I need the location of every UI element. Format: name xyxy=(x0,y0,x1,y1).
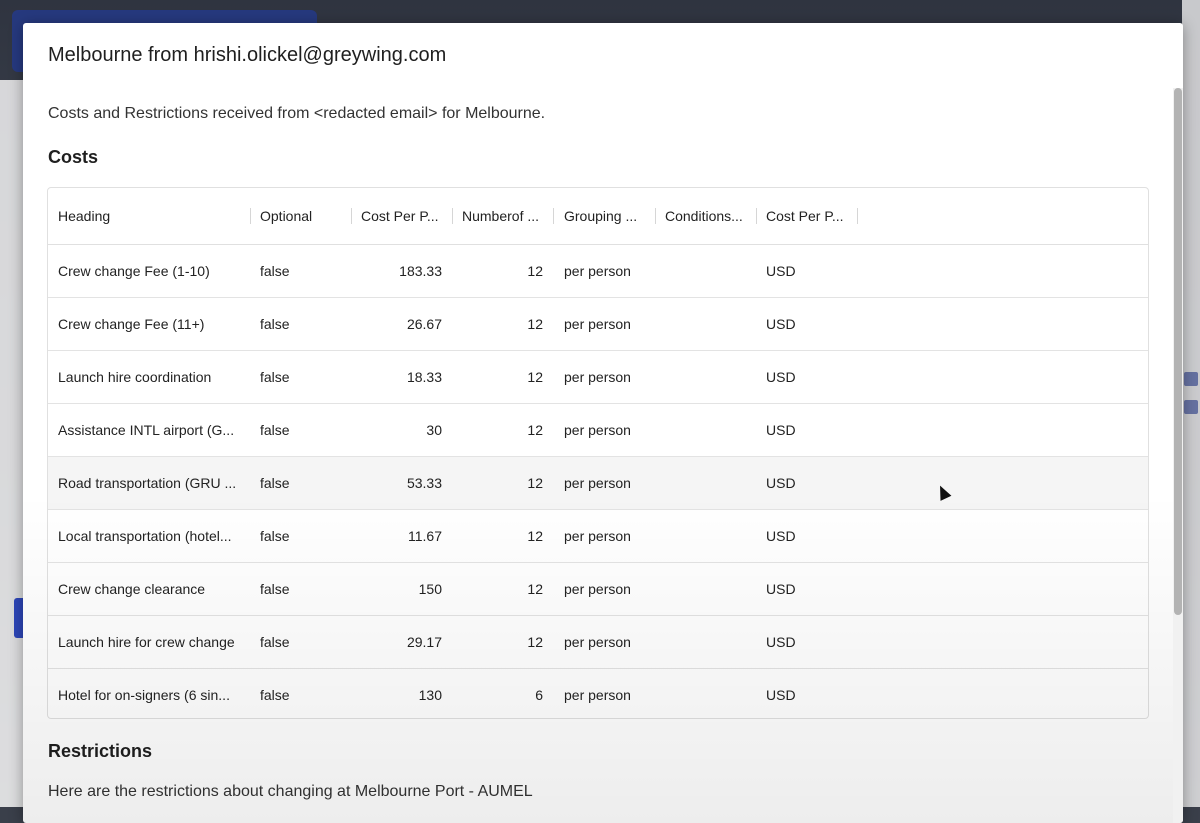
grid-header: Heading Optional Cost Per P... Numberof … xyxy=(48,188,1148,245)
column-header-cost-per-currency[interactable]: Cost Per P... xyxy=(756,188,857,244)
cell-heading: Assistance INTL airport (G... xyxy=(58,422,235,438)
column-header-conditions[interactable]: Conditions... xyxy=(655,188,756,244)
cell-grouping: per person xyxy=(564,634,631,650)
column-header-optional[interactable]: Optional xyxy=(250,188,351,244)
cell-grouping: per person xyxy=(564,475,631,491)
grid-body: Crew change Fee (1-10) false 183.33 12 per p… xyxy=(48,245,1148,718)
cell-cost-per-person: 53.33 xyxy=(406,475,442,491)
cell-cost-per-person: 130 xyxy=(418,687,442,703)
cell-number-of: 12 xyxy=(527,581,543,597)
cell-conditions xyxy=(655,510,756,562)
table-row[interactable]: Road transportation (GRU ... false 53.33 12… xyxy=(48,457,1148,510)
cell-heading: Hotel for on-signers (6 sin... xyxy=(58,687,230,703)
cell-currency: USD xyxy=(766,263,796,279)
background-icon xyxy=(1184,372,1198,386)
cell-heading: Road transportation (GRU ... xyxy=(58,475,237,491)
cell-conditions xyxy=(655,669,756,718)
cell-conditions xyxy=(655,563,756,615)
cell-grouping: per person xyxy=(564,581,631,597)
cell-conditions xyxy=(655,616,756,668)
cell-currency: USD xyxy=(766,369,796,385)
cell-heading: Crew change Fee (11+) xyxy=(58,316,205,332)
table-row[interactable]: Launch hire coordination false 18.33 12 per … xyxy=(48,351,1148,404)
cell-optional: false xyxy=(260,634,290,650)
cell-optional: false xyxy=(260,475,290,491)
cell-number-of: 6 xyxy=(535,687,543,703)
cell-currency: USD xyxy=(766,528,796,544)
restrictions-text: Here are the restrictions about changing… xyxy=(48,783,533,800)
cell-conditions xyxy=(655,404,756,456)
column-header-grouping[interactable]: Grouping ... xyxy=(554,188,655,244)
cell-optional: false xyxy=(260,581,290,597)
cell-conditions xyxy=(655,351,756,403)
cell-optional: false xyxy=(260,528,290,544)
column-header-number-of[interactable]: Numberof ... xyxy=(452,188,553,244)
cell-heading: Launch hire for crew change xyxy=(58,634,235,650)
cell-optional: false xyxy=(260,316,290,332)
cell-cost-per-person: 18.33 xyxy=(406,369,442,385)
cell-cost-per-person: 183.33 xyxy=(399,263,442,279)
cell-heading: Crew change Fee (1-10) xyxy=(58,263,210,279)
column-header-heading[interactable]: Heading xyxy=(48,188,250,244)
cell-cost-per-person: 26.67 xyxy=(406,316,442,332)
cell-currency: USD xyxy=(766,687,796,703)
cell-currency: USD xyxy=(766,422,796,438)
table-row[interactable]: Launch hire for crew change false 29.17 12 p… xyxy=(48,616,1148,669)
column-header-cost-per-person[interactable]: Cost Per P... xyxy=(351,188,452,244)
cell-currency: USD xyxy=(766,581,796,597)
restrictions-heading: Restrictions xyxy=(48,741,153,761)
cell-heading: Crew change clearance xyxy=(58,581,206,597)
table-row[interactable]: Crew change Fee (11+) false 26.67 12 per per… xyxy=(48,298,1148,351)
cell-grouping: per person xyxy=(564,422,631,438)
cell-grouping: per person xyxy=(564,528,631,544)
cell-conditions xyxy=(655,457,756,509)
column-separator[interactable] xyxy=(857,208,858,224)
cell-grouping: per person xyxy=(564,263,631,279)
cell-grouping: per person xyxy=(564,316,631,332)
table-row[interactable]: Local transportation (hotel... false 11.67… xyxy=(48,510,1148,563)
cell-optional: false xyxy=(260,687,290,703)
cell-currency: USD xyxy=(766,316,796,332)
table-row[interactable]: Crew change Fee (1-10) false 183.33 12 per p… xyxy=(48,245,1148,298)
cell-number-of: 12 xyxy=(527,634,543,650)
cell-number-of: 12 xyxy=(527,263,543,279)
cell-number-of: 12 xyxy=(527,369,543,385)
cell-conditions xyxy=(655,245,756,297)
cell-optional: false xyxy=(260,369,290,385)
table-row[interactable]: Assistance INTL airport (G... false 30 12 pe… xyxy=(48,404,1148,457)
cell-currency: USD xyxy=(766,475,796,491)
cell-cost-per-person: 11.67 xyxy=(408,528,442,544)
cell-cost-per-person: 150 xyxy=(418,581,442,597)
cell-number-of: 12 xyxy=(527,475,543,491)
cell-number-of: 12 xyxy=(527,528,543,544)
cell-heading: Local transportation (hotel... xyxy=(58,528,232,544)
cell-optional: false xyxy=(260,263,290,279)
cell-number-of: 12 xyxy=(527,422,543,438)
dialog-description: Costs and Restrictions received from <re… xyxy=(48,105,546,122)
cell-heading: Launch hire coordination xyxy=(58,369,212,385)
cell-conditions xyxy=(655,298,756,350)
costs-heading: Costs xyxy=(48,147,99,167)
cell-optional: false xyxy=(260,422,290,438)
table-row[interactable]: Crew change clearance false 150 12 per perso… xyxy=(48,563,1148,616)
dialog-title: Melbourne from hrishi.olickel@greywing.c… xyxy=(48,44,447,66)
background-icon xyxy=(1184,400,1198,414)
costs-grid: Heading Optional Cost Per P... Numberof … xyxy=(47,187,1149,719)
cell-grouping: per person xyxy=(564,687,631,703)
cell-cost-per-person: 30 xyxy=(426,422,442,438)
table-row[interactable]: Hotel for on-signers (6 sin... false 130 6 p… xyxy=(48,669,1148,718)
background-sidebar xyxy=(0,80,24,807)
port-costs-dialog: Melbourne from hrishi.olickel@greywing.c… xyxy=(23,23,1183,823)
cell-number-of: 12 xyxy=(527,316,543,332)
cell-currency: USD xyxy=(766,634,796,650)
cell-cost-per-person: 29.17 xyxy=(406,634,442,650)
scrollbar-thumb[interactable] xyxy=(1174,88,1182,615)
cell-grouping: per person xyxy=(564,369,631,385)
